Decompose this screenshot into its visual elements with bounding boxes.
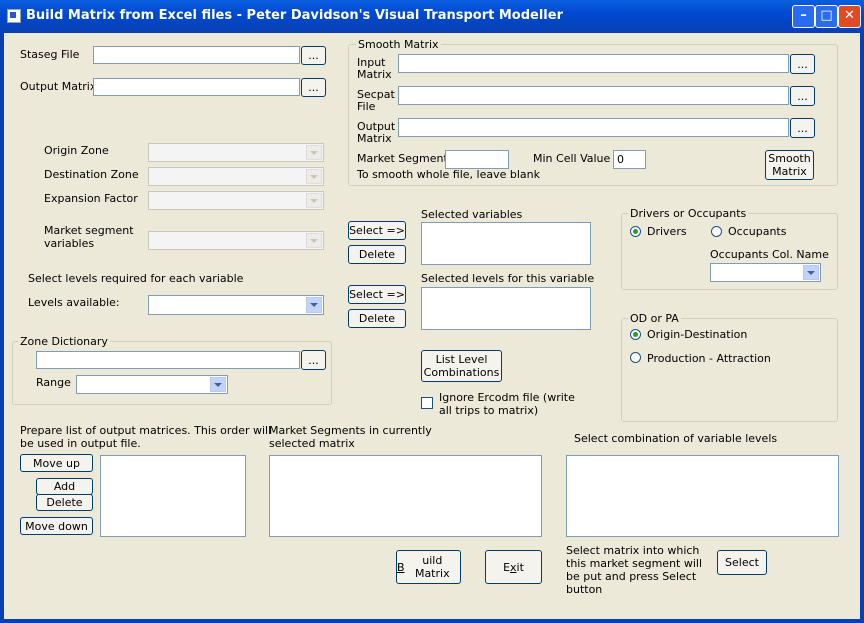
prepare-list-label-2: be used in output file. [20,437,141,450]
delete-level-button[interactable]: Delete [348,309,406,328]
ignore-ercodm-checkbox[interactable] [421,397,433,409]
delete-variable-button[interactable]: Delete [348,245,406,264]
build-matrix-button[interactable]: Build Matrix [396,550,461,584]
variable-levels-list[interactable] [566,455,839,537]
origin-zone-label: Origin Zone [44,144,109,157]
input-matrix-browse-button[interactable]: ... [790,54,815,74]
destination-zone-select[interactable] [148,167,324,186]
production-attraction-radio[interactable] [630,352,641,363]
list-level-combinations-button[interactable]: List Level Combinations [421,350,502,382]
selected-variables-label: Selected variables [421,208,523,221]
smooth-hint-label: To smooth whole file, leave blank [357,168,540,181]
delete-matrix-button[interactable]: Delete [36,494,93,511]
output-matrices-list[interactable] [100,455,246,537]
output-matrix-smooth-label-2: Matrix [357,132,392,145]
market-segments-label-2: selected matrix [269,437,355,450]
select-matrix-button[interactable]: Select [717,550,767,575]
ignore-ercodm-label-1: Ignore Ercodm file (write [439,391,575,404]
app-icon [7,9,21,23]
expansion-factor-select[interactable] [148,191,324,210]
occupants-label: Occupants [728,225,787,238]
select-variable-button[interactable]: Select => [348,221,406,240]
select-matrix-label-1: Select matrix into which [566,544,700,557]
drivers-occupants-label: Drivers or Occupants [628,207,749,220]
exit-label-a: E [503,560,511,574]
zone-dictionary-input[interactable] [36,351,300,369]
input-matrix-input[interactable] [398,54,789,73]
input-matrix-label-2: Matrix [357,68,392,81]
select-levels-label: Select levels required for each variable [28,272,244,285]
move-up-button[interactable]: Move up [20,454,93,472]
occupants-col-name-label: Occupants Col. Name [710,248,829,261]
drivers-radio[interactable] [630,226,641,237]
select-matrix-label-3: be put and press Select [566,570,697,583]
destination-zone-label: Destination Zone [44,168,139,181]
output-matrix-smooth-input[interactable] [398,118,789,137]
select-matrix-label-2: this market segment will [566,557,703,570]
market-segments-label-1: Market Segments in currently [269,424,432,437]
smooth-matrix-label: Smooth Matrix [356,38,441,51]
list-level-line1: List Level [435,353,488,366]
staseg-browse-button[interactable]: ... [301,46,326,65]
market-segment-variables-label-1: Market segment [44,224,134,237]
market-segment-label: Market Segment [357,152,448,165]
window-title: Build Matrix from Excel files - Peter Da… [26,8,563,23]
selected-variables-list[interactable] [421,222,591,265]
min-cell-value-label: Min Cell Value [533,152,611,165]
move-down-button[interactable]: Move down [20,517,93,535]
ignore-ercodm-label-2: all trips to matrix) [439,404,539,417]
secpat-browse-button[interactable]: ... [790,86,815,106]
occupants-radio[interactable] [711,226,722,237]
minimize-button[interactable]: – [792,5,815,28]
build-matrix-label: uild Matrix [414,554,450,580]
close-button[interactable]: ✕ [838,5,861,28]
output-matrix-input[interactable] [93,78,300,96]
selected-levels-list[interactable] [421,287,591,330]
output-matrix-label: Output Matrix [20,80,97,93]
exit-button[interactable]: Ex it [485,550,542,584]
market-segment-variables-label-2: variables [44,237,95,250]
secpat-file-input[interactable] [398,86,789,105]
market-segments-list[interactable] [269,455,542,537]
occupants-col-name-select[interactable] [710,263,821,282]
add-button[interactable]: Add [36,478,93,495]
select-level-button[interactable]: Select => [348,285,406,304]
secpat-file-label-2: File [357,100,376,113]
zone-dictionary-label: Zone Dictionary [18,335,110,348]
maximize-button[interactable]: □ [815,5,838,28]
min-cell-value-text: 0 [617,153,624,166]
selected-levels-label: Selected levels for this variable [421,272,595,285]
select-matrix-label-4: button [566,583,603,596]
smooth-matrix-button-line1: Smooth [768,152,811,165]
output-matrix-smooth-browse-button[interactable]: ... [790,118,815,138]
zone-dictionary-browse-button[interactable]: ... [301,350,326,370]
expansion-factor-label: Expansion Factor [44,192,138,205]
od-pa-label: OD or PA [628,312,681,325]
prepare-list-label-1: Prepare list of output matrices. This or… [20,424,272,437]
output-matrix-browse-button[interactable]: ... [301,78,326,97]
market-segment-input[interactable] [445,150,509,169]
drivers-label: Drivers [647,225,687,238]
smooth-matrix-button[interactable]: Smooth Matrix [765,150,814,180]
levels-available-label: Levels available: [28,296,120,309]
staseg-file-label: Staseg File [20,48,80,61]
exit-label-b: it [516,560,524,574]
min-cell-value-input[interactable]: 0 [613,150,646,169]
origin-destination-label: Origin-Destination [647,328,748,341]
smooth-matrix-button-line2: Matrix [772,165,807,178]
levels-available-select[interactable] [148,295,324,315]
origin-destination-radio[interactable] [630,329,641,340]
market-segment-variables-select[interactable] [148,231,324,250]
range-label: Range [36,376,71,389]
range-select[interactable] [76,375,228,394]
list-level-line2: Combinations [423,366,500,379]
staseg-file-input[interactable] [93,46,300,64]
origin-zone-select[interactable] [148,143,324,162]
production-attraction-label: Production - Attraction [647,352,771,365]
build-matrix-hotkey: B [397,560,405,574]
select-combination-label: Select combination of variable levels [574,432,778,445]
